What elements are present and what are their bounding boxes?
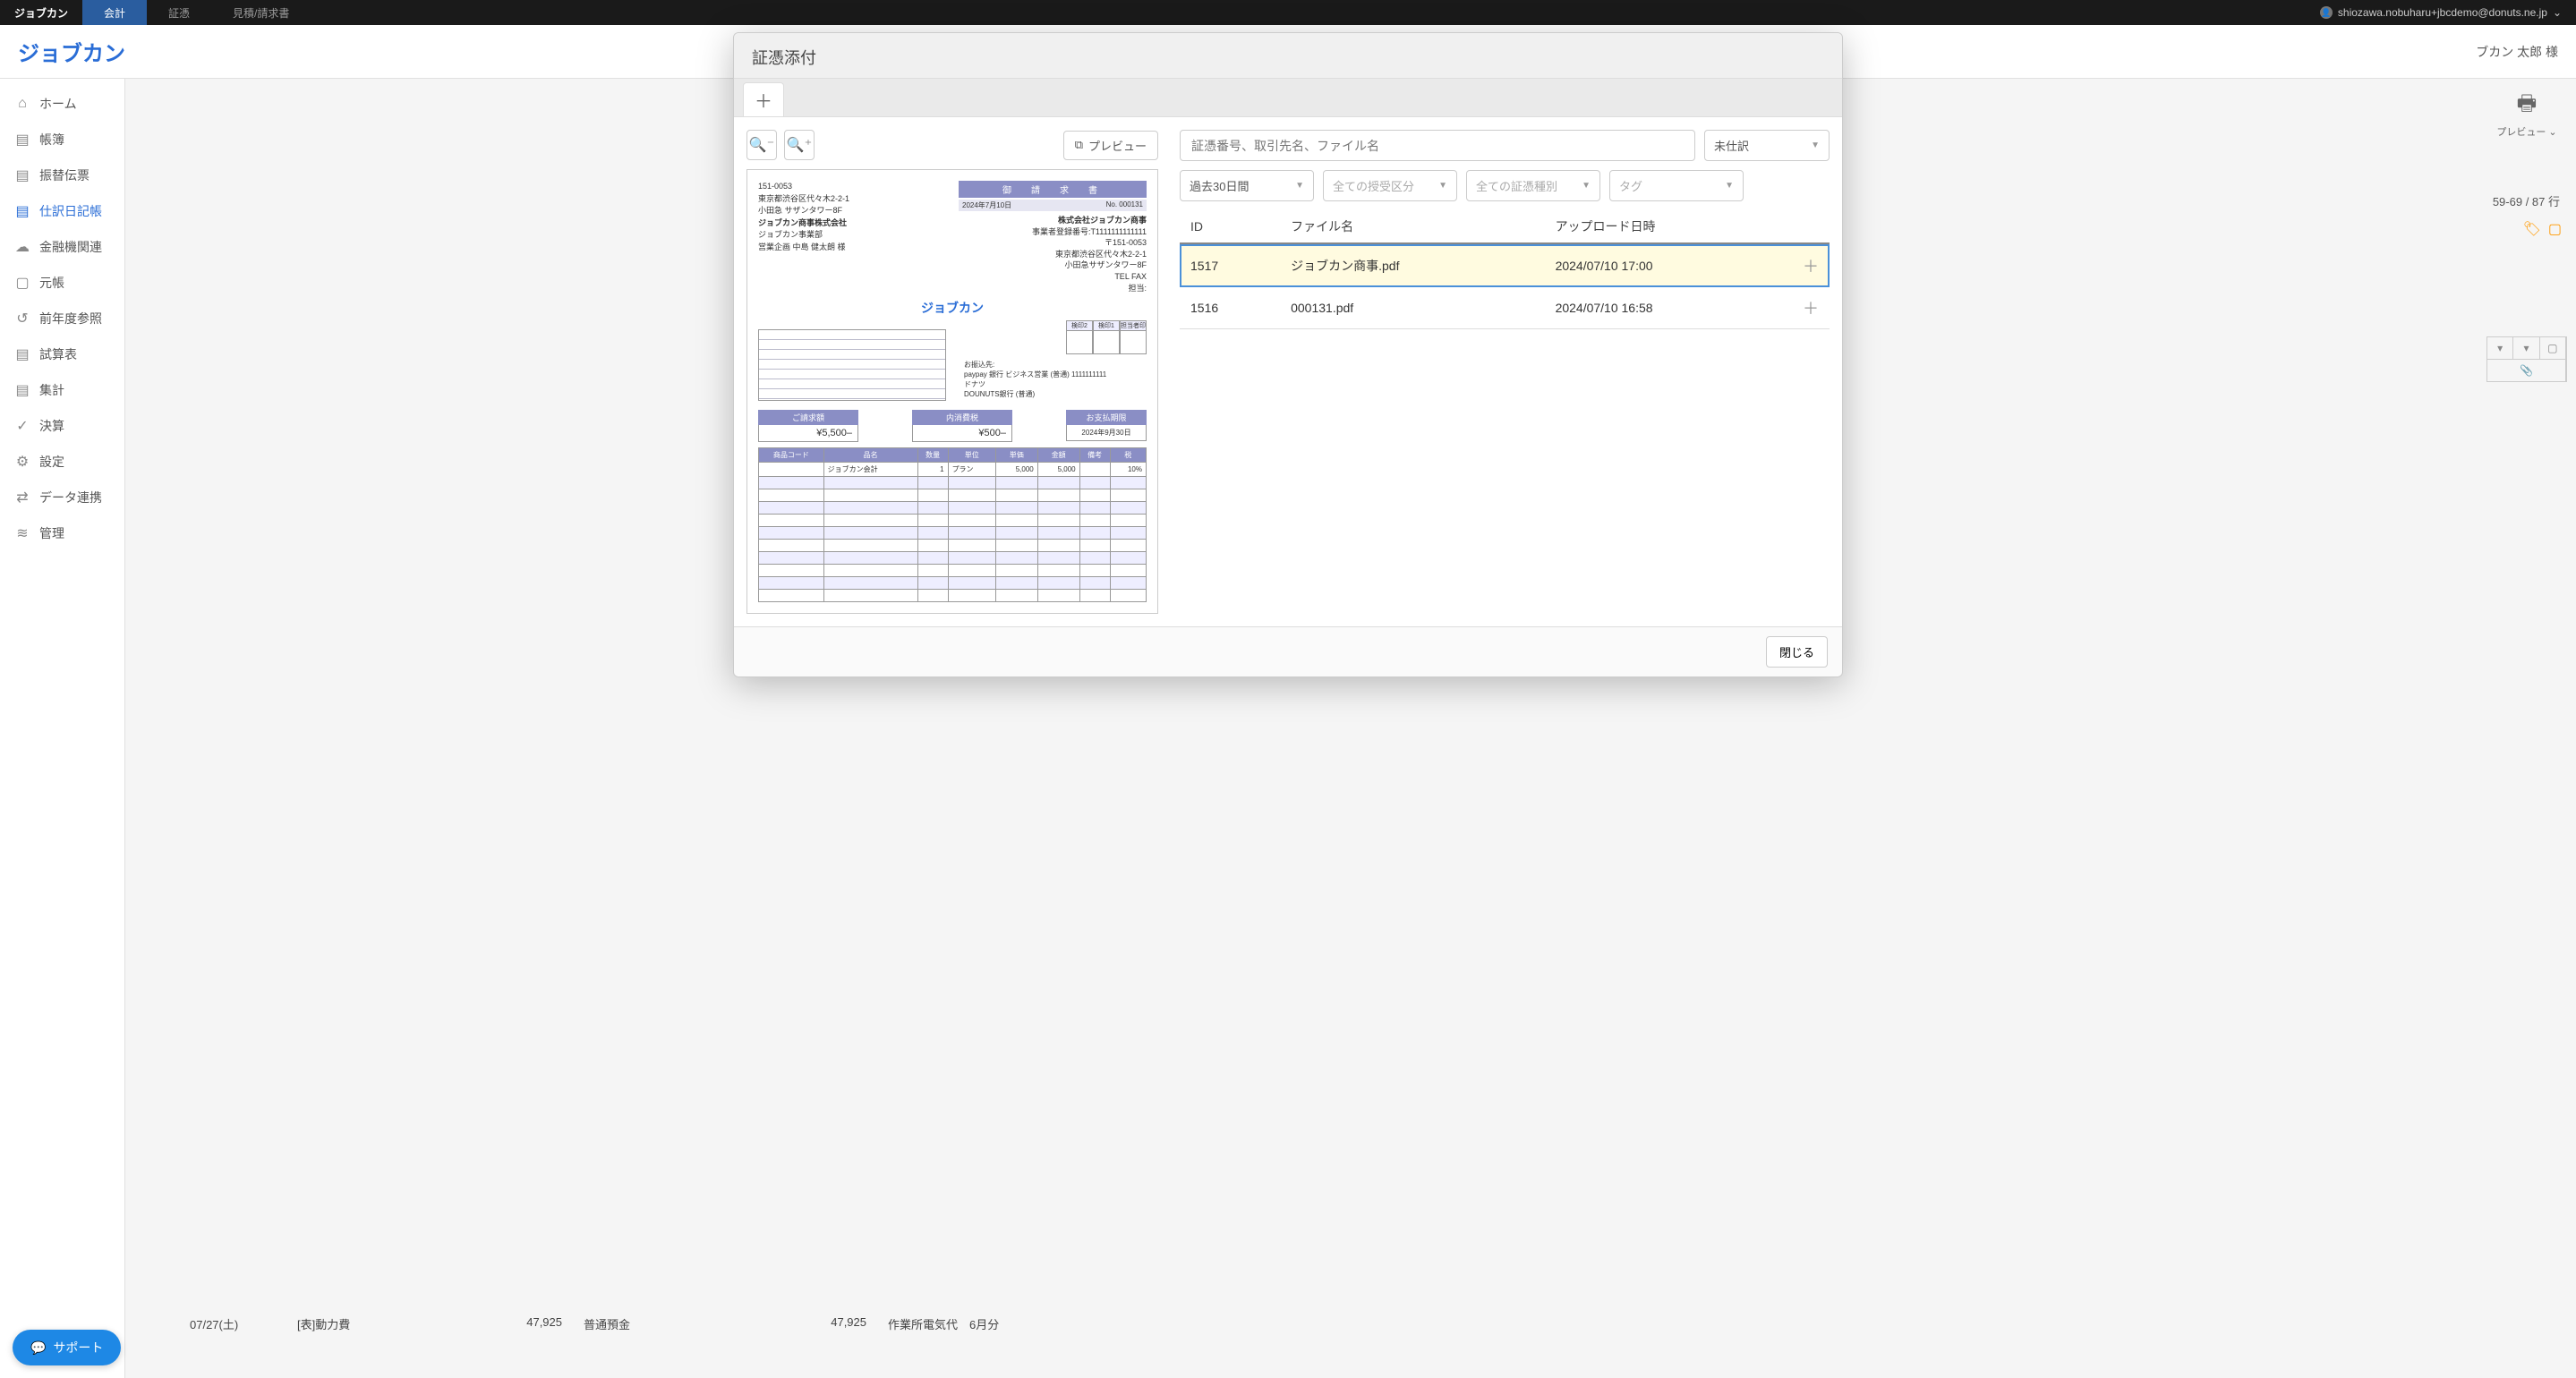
- topbar-tab-invoice[interactable]: 見積/請求書: [211, 0, 311, 25]
- zoom-out-icon: 🔍⁻: [749, 136, 774, 154]
- note-cell[interactable]: ▢: [2540, 337, 2566, 359]
- col-id[interactable]: ID: [1180, 210, 1280, 244]
- check-icon: ✓: [14, 418, 30, 434]
- home-icon: ⌂: [14, 96, 30, 112]
- search-input[interactable]: [1180, 130, 1695, 161]
- category-filter-select[interactable]: 全ての授受区分▼: [1323, 170, 1457, 201]
- sidebar-item-general-ledger[interactable]: ▢元帳: [0, 265, 124, 301]
- row-range-label: 59-69 / 87 行: [2486, 192, 2567, 209]
- support-button[interactable]: 💬 サポート: [13, 1330, 121, 1365]
- chevron-down-icon: ▼: [1582, 181, 1591, 191]
- note-icon[interactable]: ▢: [2548, 220, 2562, 238]
- evidence-list-column: 未仕訳▼ 過去30日間▼ 全ての授受区分▼ 全ての証憑種別▼ タグ▼ ID ファ…: [1180, 130, 1830, 614]
- col-uploaded[interactable]: アップロード日時: [1545, 210, 1792, 244]
- stack-icon: ≋: [14, 525, 30, 541]
- tag-icon[interactable]: 🏷: [2523, 220, 2541, 238]
- modal-title: 証憑添付: [734, 33, 1842, 79]
- modal-overlay: 証憑添付 ＋ 🔍⁻ 🔍⁺ ⧉ プレビュー 151-0053: [0, 0, 2576, 1378]
- sidebar-item-admin[interactable]: ≋管理: [0, 515, 124, 551]
- close-button[interactable]: 閉じる: [1766, 636, 1828, 668]
- topbar-user-menu[interactable]: 👤 shiozawa.nobuharu+jbcdemo@donuts.ne.jp…: [2306, 6, 2576, 19]
- sidebar: ⌂ホーム ▤帳簿 ▤振替伝票 ▤仕訳日記帳 ☁金融機関連 ▢元帳 ↺前年度参照 …: [0, 79, 125, 1378]
- invoice-line-table: 商品コード品名数量単位単価金額備考税 ジョブカン会計1プラン5,0005,000…: [758, 447, 1147, 602]
- chevron-down-icon: ⌄: [2553, 6, 2562, 19]
- period-filter-select[interactable]: 過去30日間▼: [1180, 170, 1314, 201]
- tag-filter-select[interactable]: タグ▼: [1609, 170, 1744, 201]
- topbar-brand: ジョブカン: [0, 5, 82, 21]
- sync-icon: ⇄: [14, 489, 30, 506]
- chevron-down-icon: ▼: [1811, 140, 1820, 150]
- chevron-down-icon: ▼: [1438, 181, 1447, 191]
- type-filter-select[interactable]: 全ての証憑種別▼: [1466, 170, 1600, 201]
- add-tab-button[interactable]: ＋: [743, 82, 784, 116]
- book-icon: ▤: [14, 132, 30, 148]
- status-filter-select[interactable]: 未仕訳▼: [1704, 130, 1830, 161]
- printer-icon: 🖶: [2486, 88, 2567, 124]
- dropdown-cell[interactable]: ▾: [2513, 337, 2539, 359]
- chevron-down-icon: ⌄: [2548, 127, 2556, 138]
- external-icon: ⧉: [1075, 138, 1083, 152]
- chevron-down-icon: ▼: [1295, 181, 1304, 191]
- evidence-attach-modal: 証憑添付 ＋ 🔍⁻ 🔍⁺ ⧉ プレビュー 151-0053: [733, 32, 1843, 677]
- topbar-tabs: 会計 証憑 見積/請求書: [82, 0, 311, 25]
- sidebar-item-closing[interactable]: ✓決算: [0, 408, 124, 444]
- topbar-tab-accounting[interactable]: 会計: [82, 0, 147, 25]
- current-user-label: ブカン 太郎 様: [2476, 43, 2558, 61]
- add-row-button[interactable]: ＋: [1792, 287, 1830, 329]
- add-row-button[interactable]: ＋: [1792, 244, 1830, 287]
- cloud-icon: ☁: [14, 239, 30, 255]
- attach-cell[interactable]: 📎: [2487, 360, 2566, 381]
- topbar-tab-evidence[interactable]: 証憑: [147, 0, 211, 25]
- topbar: ジョブカン 会計 証憑 見積/請求書 👤 shiozawa.nobuharu+j…: [0, 0, 2576, 25]
- backdrop-journal-row: 07/27(土) [表]動力費 47,925 普通預金 47,925 作業所電気…: [125, 1315, 2478, 1342]
- sidebar-item-aggregate[interactable]: ▤集計: [0, 372, 124, 408]
- history-icon: ↺: [14, 310, 30, 327]
- table-row[interactable]: 1516 000131.pdf 2024/07/10 16:58 ＋: [1180, 287, 1830, 329]
- app-logo[interactable]: ジョブカン: [18, 36, 125, 67]
- calc-icon: ▤: [14, 382, 30, 398]
- list-icon: ▤: [14, 167, 30, 183]
- sidebar-item-ledger[interactable]: ▤帳簿: [0, 122, 124, 157]
- preview-button-area[interactable]: 🖶 プレビュー ⌄: [2486, 88, 2567, 139]
- sidebar-item-bank[interactable]: ☁金融機関連: [0, 229, 124, 265]
- zoom-in-button[interactable]: 🔍⁺: [784, 130, 815, 160]
- sidebar-item-home[interactable]: ⌂ホーム: [0, 86, 124, 122]
- zoom-in-icon: 🔍⁺: [787, 136, 812, 154]
- chevron-down-icon: ▼: [1725, 181, 1734, 191]
- table-row[interactable]: 1517 ジョブカン商事.pdf 2024/07/10 17:00 ＋: [1180, 244, 1830, 287]
- open-preview-button[interactable]: ⧉ プレビュー: [1063, 131, 1158, 160]
- sidebar-item-settings[interactable]: ⚙設定: [0, 444, 124, 480]
- sidebar-item-journal[interactable]: ▤仕訳日記帳: [0, 193, 124, 229]
- sheet-icon: ▤: [14, 346, 30, 362]
- list-icon: ▤: [14, 203, 30, 219]
- sidebar-item-trial-balance[interactable]: ▤試算表: [0, 336, 124, 372]
- right-panel: 🖶 プレビュー ⌄ 59-69 / 87 行 🏷 ▢ ▾▾▢ 📎: [2478, 79, 2576, 1378]
- invoice-preview[interactable]: 151-0053 東京都渋谷区代々木2-2-1 小田急 サザンタワー8F ジョブ…: [746, 169, 1158, 614]
- user-icon: 👤: [2320, 6, 2333, 19]
- sidebar-item-prev-year[interactable]: ↺前年度参照: [0, 301, 124, 336]
- chat-icon: 💬: [30, 1340, 46, 1356]
- memo-lines: [758, 329, 946, 401]
- col-filename[interactable]: ファイル名: [1280, 210, 1544, 244]
- sidebar-item-data-link[interactable]: ⇄データ連携: [0, 480, 124, 515]
- modal-tabbar: ＋: [734, 79, 1842, 117]
- dropdown-cell[interactable]: ▾: [2487, 337, 2513, 359]
- sidebar-item-transfer[interactable]: ▤振替伝票: [0, 157, 124, 193]
- document-preview-column: 🔍⁻ 🔍⁺ ⧉ プレビュー 151-0053 東京都渋谷区代々木2-2-1 小田…: [746, 130, 1158, 614]
- square-icon: ▢: [14, 275, 30, 291]
- evidence-file-table: ID ファイル名 アップロード日時 1517 ジョブカン商事.pdf 2024/…: [1180, 210, 1830, 329]
- user-email: shiozawa.nobuharu+jbcdemo@donuts.ne.jp: [2338, 6, 2547, 19]
- zoom-out-button[interactable]: 🔍⁻: [746, 130, 777, 160]
- gear-icon: ⚙: [14, 454, 30, 470]
